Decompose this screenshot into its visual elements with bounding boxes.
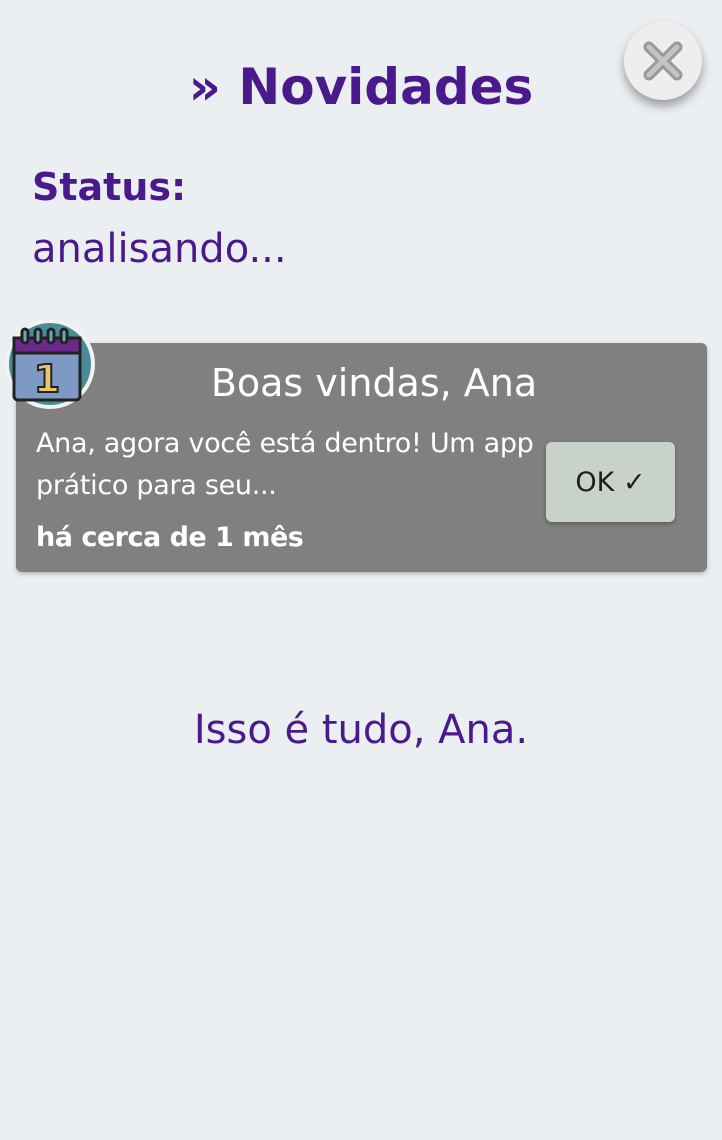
calendar-day: 1 <box>34 357 60 401</box>
end-message: Isso é tudo, Ana. <box>193 707 529 753</box>
notification-title: Boas vindas, Ana <box>210 361 538 405</box>
notification-card[interactable]: Boas vindas, Ana Ana, agora você está de… <box>16 343 707 572</box>
notification-message: Ana, agora você está dentro! Um app prát… <box>36 428 534 501</box>
notification-time: há cerca de 1 mês <box>36 522 304 553</box>
calendar-icon: 1 <box>5 319 95 409</box>
status-label: Status: <box>32 165 187 209</box>
ok-button[interactable]: OK ✓ <box>546 442 675 522</box>
status-value: analisando... <box>32 226 287 272</box>
page-title: » Novidades <box>188 58 534 116</box>
